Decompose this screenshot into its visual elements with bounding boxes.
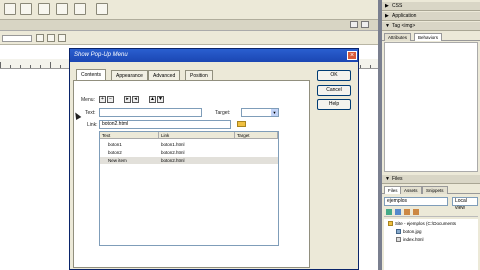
column-header-link: Link <box>159 132 235 139</box>
tag-panel-header[interactable]: ▼ Tag <img> <box>382 22 480 31</box>
browse-folder-icon[interactable] <box>237 121 246 127</box>
cell-text: boton1 <box>108 142 122 147</box>
restore-icon[interactable] <box>361 21 369 28</box>
chevron-down-icon: ▼ <box>271 109 278 116</box>
files-panel-header[interactable]: ▼ Files <box>382 175 480 184</box>
main-toolbar <box>0 0 380 20</box>
minimize-icon[interactable] <box>350 21 358 28</box>
tab-advanced[interactable]: Advanced <box>148 70 181 80</box>
files-panel-tabs: Files Assets Snippets <box>382 185 480 194</box>
tree-item-file[interactable]: boton.jpg <box>396 229 422 235</box>
tool-icon[interactable] <box>20 3 32 15</box>
table-row[interactable]: boton2 boton2.html <box>100 149 278 156</box>
table-row-selected[interactable]: New item boton2.html <box>100 157 278 164</box>
tag-panel-label: Tag <img> <box>392 23 416 29</box>
tab-contents[interactable]: Contents <box>76 69 107 80</box>
link-input[interactable]: boton2.html <box>99 120 231 129</box>
tool-icon[interactable] <box>4 3 16 15</box>
ruler-tick <box>10 65 11 68</box>
collapse-arrow-icon: ▼ <box>385 176 390 182</box>
tab-appearance[interactable]: Appearance <box>111 70 148 80</box>
ruler-tick <box>360 65 361 68</box>
folder-icon <box>388 221 393 227</box>
cancel-button[interactable]: Cancel <box>317 85 351 96</box>
html-file-icon <box>396 237 401 243</box>
ruler-tick <box>30 65 31 68</box>
move-down-icon[interactable]: ▼ <box>157 96 164 103</box>
target-label: Target: <box>215 110 231 116</box>
behaviors-list[interactable] <box>384 42 478 172</box>
view-select[interactable]: Local view <box>452 197 478 211</box>
tab-files[interactable]: Files <box>384 186 402 194</box>
tool-icon[interactable] <box>36 34 44 42</box>
document-title-bar <box>0 20 380 31</box>
move-up-icon[interactable]: ▲ <box>149 96 156 103</box>
tag-panel-tabs: Attributes Behaviors <box>382 32 480 41</box>
column-header-text: Text <box>100 132 159 139</box>
css-panel-header[interactable]: ▶ CSS <box>382 2 480 11</box>
collapse-arrow-icon: ▼ <box>385 23 390 29</box>
target-select[interactable]: ▼ <box>241 108 279 117</box>
expand-arrow-icon: ▶ <box>385 3 389 9</box>
tab-attributes[interactable]: Attributes <box>384 33 412 41</box>
cell-link: boton2.html <box>161 158 185 163</box>
files-tree: Site - ejemplos (C:\Documents boton.jpg … <box>384 219 478 270</box>
add-item-icon[interactable]: + <box>99 96 106 103</box>
outdent-icon[interactable]: ◂ <box>132 96 139 103</box>
tab-snippets[interactable]: Snippets <box>422 186 448 194</box>
tool-icon[interactable] <box>56 3 68 15</box>
tree-item-file[interactable]: index.html <box>396 237 424 243</box>
tool-icon[interactable] <box>38 3 50 15</box>
menu-label: Menu: <box>81 97 95 103</box>
ruler-tick <box>20 65 21 68</box>
put-files-icon[interactable] <box>413 209 419 215</box>
application-panel-label: Application <box>392 13 417 19</box>
image-file-icon <box>396 229 401 235</box>
ruler-tick <box>0 62 1 68</box>
tool-icon[interactable] <box>58 34 66 42</box>
connect-icon[interactable] <box>386 209 392 215</box>
menu-items-table: Text Link Target boton1 boton1.html boto… <box>99 131 279 246</box>
tab-behaviors[interactable]: Behaviors <box>414 33 443 41</box>
dialog-title: Show Pop-Up Menu <box>70 49 358 62</box>
text-input[interactable] <box>99 108 202 117</box>
cell-text: New item <box>108 158 127 163</box>
ruler-tick <box>50 62 51 68</box>
site-select[interactable]: ejemplos <box>384 197 448 206</box>
cell-link: boton1.html <box>161 142 185 147</box>
popup-menu-dialog: Show Pop-Up Menu × Contents Appearance A… <box>69 48 359 270</box>
cell-text: boton2 <box>108 150 122 155</box>
tool-icon[interactable] <box>96 3 108 15</box>
column-header-target: Target <box>235 132 278 139</box>
tool-icon[interactable] <box>47 34 55 42</box>
close-icon[interactable]: × <box>347 51 357 60</box>
tab-position[interactable]: Position <box>185 70 213 80</box>
files-toolbar <box>384 208 478 217</box>
text-label: Text: <box>85 110 96 116</box>
tab-assets[interactable]: Assets <box>400 186 422 194</box>
title-input[interactable] <box>2 35 32 42</box>
expand-arrow-icon: ▶ <box>385 13 389 19</box>
ok-button[interactable]: OK <box>317 70 351 81</box>
document-toolbar <box>0 31 380 45</box>
ruler-tick <box>40 65 41 68</box>
get-files-icon[interactable] <box>404 209 410 215</box>
tool-icon[interactable] <box>74 3 86 15</box>
ruler-tick <box>60 65 61 68</box>
help-button[interactable]: Help <box>317 99 351 110</box>
css-panel-label: CSS <box>392 3 403 9</box>
right-panel: ▶ CSS ▶ Application ▼ Tag <img> Attributes … <box>382 0 480 270</box>
cell-link: boton2.html <box>161 150 185 155</box>
tree-item-site[interactable]: Site - ejemplos (C:\Documents <box>388 221 456 227</box>
table-row[interactable]: boton1 boton1.html <box>100 141 278 148</box>
files-panel-label: Files <box>392 176 403 182</box>
indent-icon[interactable]: ▸ <box>124 96 131 103</box>
refresh-icon[interactable] <box>395 209 401 215</box>
remove-item-icon[interactable]: − <box>107 96 114 103</box>
application-panel-header[interactable]: ▶ Application <box>382 12 480 21</box>
link-label: Link: <box>87 122 98 128</box>
ruler-tick <box>370 65 371 68</box>
